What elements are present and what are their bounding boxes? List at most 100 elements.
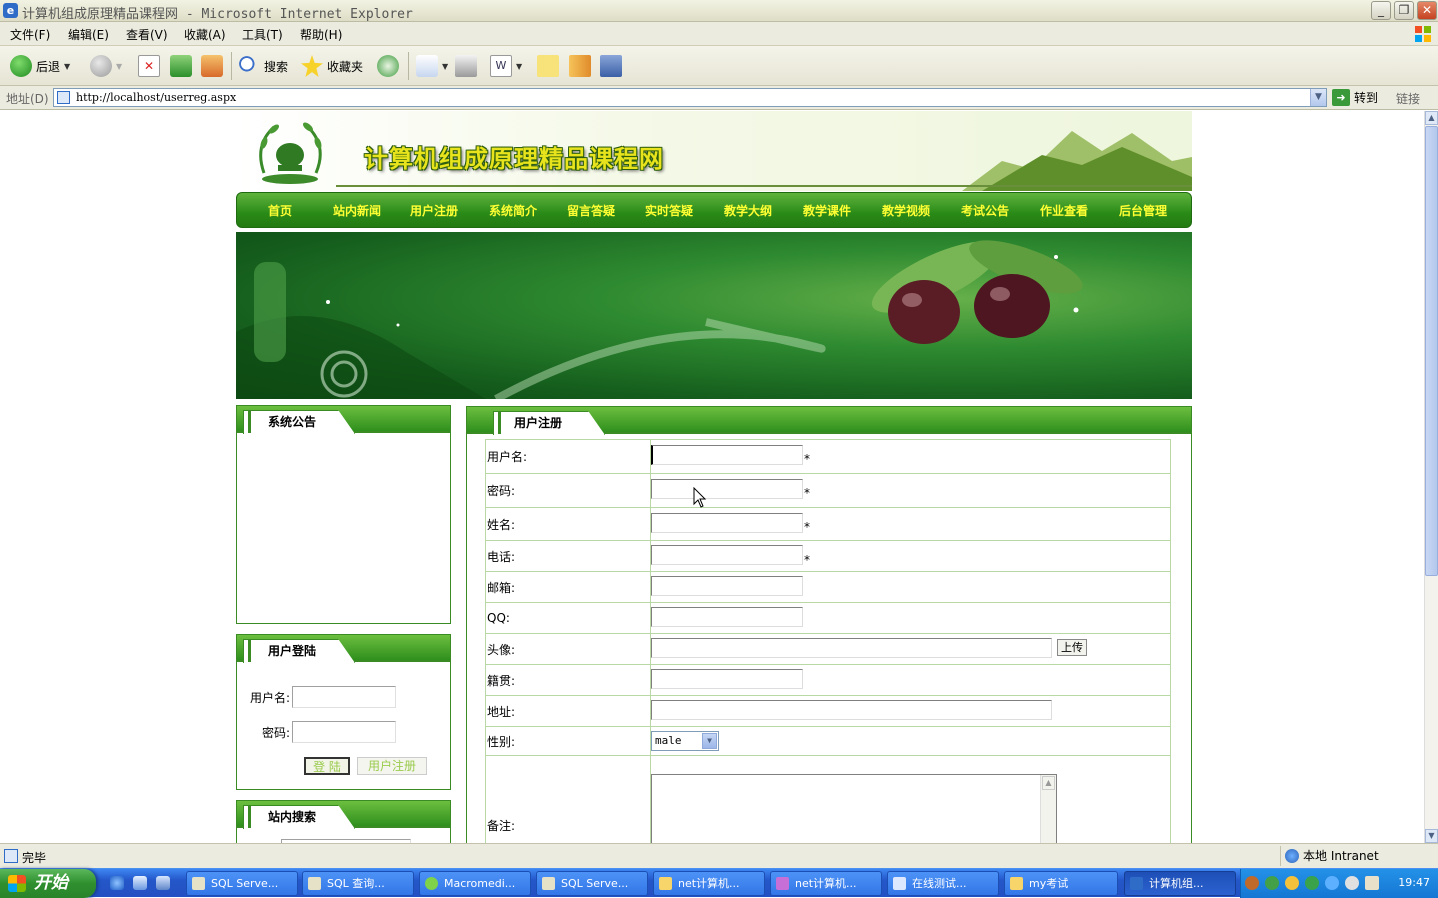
register-button[interactable]: 用户注册 <box>357 757 427 775</box>
avatar-file-input[interactable] <box>651 638 1052 658</box>
tray-globe-icon[interactable] <box>1325 876 1339 890</box>
nav-homework[interactable]: 作业查看 <box>1040 202 1088 219</box>
nav-live-qa[interactable]: 实时答疑 <box>645 202 693 219</box>
login-password-input[interactable] <box>292 721 396 743</box>
stop-button[interactable]: ✕ <box>138 54 160 78</box>
standard-toolbar: 后退 ▼ ▼ ✕ 搜索 收藏夹 ▼ W ▼ <box>0 46 1438 86</box>
ie-quicklaunch-icon[interactable] <box>110 876 124 890</box>
nav-syllabus[interactable]: 教学大纲 <box>724 202 772 219</box>
tray-arrow-icon[interactable] <box>1245 876 1259 890</box>
menu-tools[interactable]: 工具(T) <box>242 26 283 43</box>
tray-shield-icon[interactable] <box>1305 876 1319 890</box>
go-button[interactable]: ➜ 转到 <box>1332 89 1378 106</box>
history-button[interactable] <box>377 54 399 78</box>
start-button[interactable]: 开始 <box>0 869 96 898</box>
close-button[interactable]: ✕ <box>1417 1 1437 20</box>
refresh-button[interactable] <box>170 54 192 78</box>
chevron-down-icon[interactable]: ▼ <box>702 733 717 749</box>
nav-news[interactable]: 站内新闻 <box>333 202 381 219</box>
password-input[interactable] <box>651 479 803 499</box>
notice-header: 系统公告 <box>237 406 450 434</box>
hometown-input[interactable] <box>651 669 803 689</box>
mail-button[interactable]: ▼ <box>416 54 448 78</box>
email-input[interactable] <box>651 576 803 596</box>
page-icon <box>4 849 18 863</box>
tray-qq-icon[interactable] <box>1285 876 1299 890</box>
address-bar: 地址(D) http://localhost/userreg.aspx ▼ ➜ … <box>0 86 1438 110</box>
task-sql-server-1[interactable]: SQL Serve... <box>186 871 298 896</box>
upload-button[interactable]: 上传 <box>1057 639 1087 656</box>
print-button[interactable] <box>455 54 477 78</box>
menu-help[interactable]: 帮助(H) <box>300 26 342 43</box>
name-input[interactable] <box>651 513 803 533</box>
gender-label: 性别: <box>485 726 651 756</box>
phone-input[interactable] <box>651 545 803 565</box>
scroll-up-icon[interactable]: ▲ <box>1042 776 1055 790</box>
name-label: 姓名: <box>485 507 651 541</box>
favorites-button[interactable]: 收藏夹 <box>301 54 363 78</box>
scroll-up-icon[interactable]: ▲ <box>1425 111 1438 125</box>
chevron-down-icon[interactable]: ▼ <box>516 62 522 71</box>
forward-button[interactable]: ▼ <box>90 54 122 78</box>
login-username-input[interactable] <box>292 686 396 708</box>
nav-exam[interactable]: 考试公告 <box>961 202 1009 219</box>
vertical-scrollbar[interactable]: ▲ ▼ <box>1424 111 1438 843</box>
chevron-down-icon[interactable]: ▼ <box>1310 89 1326 106</box>
ie-icon: e <box>3 3 18 18</box>
task-my-exam[interactable]: my考试 <box>1004 871 1118 896</box>
minimize-button[interactable]: _ <box>1371 1 1391 20</box>
edit-button[interactable]: W ▼ <box>490 54 522 78</box>
tray-volume-icon[interactable] <box>1345 876 1359 890</box>
nav-register[interactable]: 用户注册 <box>410 202 458 219</box>
login-password-label: 密码: <box>262 726 291 740</box>
task-label: 在线测试... <box>912 877 967 890</box>
task-macromedia[interactable]: Macromedi... <box>419 871 531 896</box>
form-cell <box>650 695 1171 727</box>
maximize-button[interactable]: ❐ <box>1394 1 1414 20</box>
research-button[interactable] <box>569 54 591 78</box>
task-sql-server-2[interactable]: SQL Serve... <box>536 871 648 896</box>
outlook-quicklaunch-icon[interactable] <box>133 876 147 890</box>
scroll-down-icon[interactable]: ▼ <box>1425 829 1438 843</box>
chevron-down-icon[interactable]: ▼ <box>116 62 122 71</box>
back-button[interactable]: 后退 ▼ <box>10 54 70 78</box>
username-input[interactable] <box>651 445 803 465</box>
chevron-down-icon[interactable]: ▼ <box>64 62 70 71</box>
address-input[interactable]: http://localhost/userreg.aspx ▼ <box>53 88 1327 107</box>
tray-device-icon[interactable] <box>1365 876 1379 890</box>
address-field-input[interactable] <box>651 700 1052 720</box>
nav-about[interactable]: 系统简介 <box>489 202 537 219</box>
remark-textarea[interactable]: ▲ <box>651 774 1057 843</box>
nav-guestbook[interactable]: 留言答疑 <box>567 202 615 219</box>
form-row: 性别: male ▼ <box>485 726 1171 756</box>
menu-edit[interactable]: 编辑(E) <box>68 26 109 43</box>
task-net-vs[interactable]: net计算机... <box>770 871 882 896</box>
search-button[interactable]: 搜索 <box>238 54 288 78</box>
scroll-thumb[interactable] <box>1425 126 1438 576</box>
task-net-folder[interactable]: net计算机... <box>653 871 765 896</box>
links-button[interactable]: 链接 <box>1396 90 1420 107</box>
chevron-down-icon[interactable]: ▼ <box>442 62 448 71</box>
notes-button[interactable] <box>537 54 559 78</box>
menu-favorites[interactable]: 收藏(A) <box>184 26 226 43</box>
textarea-scrollbar[interactable]: ▲ <box>1040 775 1056 843</box>
tray-network-icon[interactable] <box>1265 876 1279 890</box>
nav-admin[interactable]: 后台管理 <box>1119 202 1167 219</box>
tools-icon <box>600 55 622 77</box>
home-button[interactable] <box>201 54 223 78</box>
gender-value: male <box>655 734 682 747</box>
nav-courseware[interactable]: 教学课件 <box>803 202 851 219</box>
gender-select[interactable]: male ▼ <box>651 731 719 751</box>
task-sql-query[interactable]: SQL 查询... <box>302 871 414 896</box>
login-button[interactable]: 登 陆 <box>304 757 350 775</box>
messenger-button[interactable] <box>600 54 622 78</box>
qq-input[interactable] <box>651 607 803 627</box>
remark-label: 备注: <box>485 755 651 843</box>
nav-home[interactable]: 首页 <box>268 202 292 219</box>
desktop-quicklaunch-icon[interactable] <box>156 876 170 890</box>
menu-file[interactable]: 文件(F) <box>10 26 50 43</box>
menu-view[interactable]: 查看(V) <box>126 26 168 43</box>
nav-video[interactable]: 教学视频 <box>882 202 930 219</box>
task-online-test[interactable]: 在线测试... <box>887 871 999 896</box>
task-ie-active[interactable]: 计算机组... <box>1124 871 1236 896</box>
